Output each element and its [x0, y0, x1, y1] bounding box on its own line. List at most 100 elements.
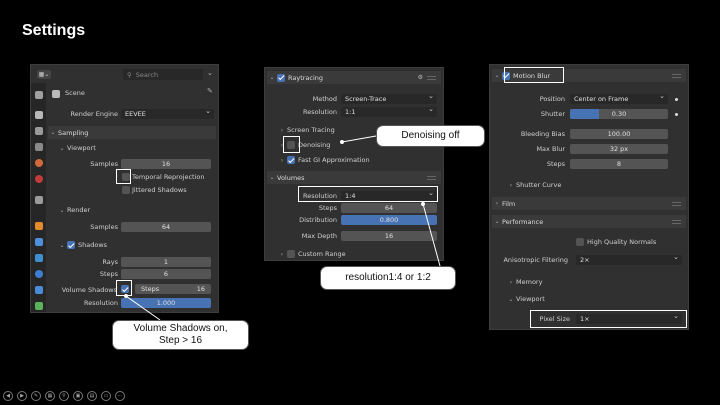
viewport-samples-label: Samples: [90, 160, 118, 168]
mb-steps-label: Steps: [546, 160, 565, 168]
collapse-arrow-icon: ⌄: [269, 74, 275, 81]
distribution-label: Distribution: [299, 216, 337, 224]
volumes-header[interactable]: ⌄ Volumes: [267, 171, 441, 184]
constraints-tab-icon[interactable]: [34, 286, 43, 294]
custom-range-subheader[interactable]: › Custom Range: [277, 248, 346, 260]
render-samples-field[interactable]: 64: [121, 222, 211, 232]
raytracing-checkbox[interactable]: [277, 73, 285, 82]
max-blur-field[interactable]: 32 px: [570, 144, 668, 154]
shutter-label: Shutter: [540, 110, 565, 118]
volume-resolution-highlight: [298, 186, 438, 202]
tool-tab-icon[interactable]: [34, 91, 43, 99]
data-tab-icon[interactable]: [34, 302, 43, 310]
volume-shadows-steps-field[interactable]: Steps 16: [135, 284, 211, 294]
animate-property-icon[interactable]: [675, 113, 678, 116]
performance-header[interactable]: ⌄ Performance: [492, 215, 686, 228]
temporal-reprojection-label: Temporal Reprojection: [132, 173, 205, 181]
position-dropdown[interactable]: Center on Frame: [570, 92, 668, 104]
mb-steps-field[interactable]: 8: [570, 159, 668, 169]
zoom-icon[interactable]: ⚲: [59, 391, 69, 401]
method-dropdown[interactable]: Screen-Trace: [341, 92, 437, 104]
fast-gi-subheader[interactable]: › Fast GI Approximation: [277, 154, 370, 166]
drag-handle-icon[interactable]: [672, 73, 681, 78]
object-tab-icon[interactable]: [34, 222, 43, 230]
options-dropdown[interactable]: ⌄: [207, 69, 216, 79]
expand-arrow-icon: ›: [509, 181, 513, 189]
max-depth-field[interactable]: 16: [341, 231, 437, 241]
shutter-slider[interactable]: 0.30: [570, 109, 668, 119]
volume-steps-field[interactable]: 64: [341, 203, 437, 213]
viewport-perf-title: Viewport: [516, 295, 545, 303]
view-layer-tab-icon[interactable]: [34, 143, 43, 151]
gallery-icon[interactable]: ▦: [45, 391, 55, 401]
next-slide-icon[interactable]: ▶: [17, 391, 27, 401]
fast-gi-title: Fast GI Approximation: [298, 156, 370, 164]
pen-icon[interactable]: ✎: [31, 391, 41, 401]
temporal-reprojection-highlight: [116, 169, 131, 184]
film-header[interactable]: › Film: [492, 197, 686, 210]
expand-arrow-icon: ›: [280, 156, 284, 164]
denoising-callout: Denoising off: [376, 125, 485, 147]
modifier-tab-icon[interactable]: [34, 238, 43, 246]
output-tab-icon[interactable]: [34, 127, 43, 135]
collapse-arrow-icon: ⌄: [494, 218, 500, 225]
distribution-field[interactable]: 0.800: [341, 215, 437, 225]
expand-arrow-icon: ›: [280, 250, 284, 258]
render-properties-panel: ▦⌄ ⚲ Search ⌄ Scene ✎ Render Engine EEVEE…: [30, 64, 219, 313]
search-input[interactable]: ⚲ Search: [123, 69, 203, 80]
editor-type-button[interactable]: ▦⌄: [37, 70, 51, 79]
shutter-value: 0.30: [611, 110, 627, 118]
render-engine-dropdown[interactable]: EEVEE: [121, 107, 214, 119]
rays-field[interactable]: 1: [121, 257, 211, 267]
collapse-arrow-icon: ⌄: [50, 129, 56, 136]
physics-tab-icon[interactable]: [34, 270, 43, 278]
max-blur-label: Max Blur: [536, 145, 565, 153]
collection-tab-icon[interactable]: [34, 196, 43, 204]
shadows-subheader[interactable]: ⌄ Shadows: [57, 239, 107, 251]
jittered-shadows-checkbox[interactable]: [122, 186, 130, 194]
presets-icon[interactable]: ⚙: [418, 74, 423, 81]
viewport-subheader[interactable]: ⌄ Viewport: [57, 142, 95, 154]
drag-handle-icon[interactable]: [672, 219, 681, 224]
display-icon[interactable]: ▭: [101, 391, 111, 401]
high-quality-normals-checkbox[interactable]: [576, 238, 584, 246]
world-tab-icon[interactable]: [34, 175, 43, 183]
resolution-callout: resolution1:4 or 1:2: [320, 266, 456, 290]
viewport-perf-subheader[interactable]: ⌄ Viewport: [506, 293, 545, 305]
custom-range-checkbox[interactable]: [287, 250, 295, 258]
pin-icon[interactable]: ✎: [207, 87, 213, 95]
subtitles-icon[interactable]: ▤: [87, 391, 97, 401]
collapse-arrow-icon: ⌄: [269, 174, 275, 181]
viewport-samples-field[interactable]: 16: [121, 159, 211, 169]
denoising-title: Denoising: [298, 141, 331, 149]
volumes-title: Volumes: [277, 173, 305, 182]
scene-tab-icon[interactable]: [34, 159, 43, 167]
screen-tracing-subheader[interactable]: › Screen Tracing: [277, 124, 335, 136]
render-tab-icon[interactable]: [34, 111, 43, 119]
shadows-checkbox[interactable]: [67, 241, 75, 249]
particles-tab-icon[interactable]: [34, 254, 43, 262]
ray-resolution-dropdown[interactable]: 1:1: [341, 105, 437, 117]
fast-gi-checkbox[interactable]: [287, 156, 295, 164]
bleeding-bias-field[interactable]: 100.00: [570, 129, 668, 139]
render-subheader[interactable]: ⌄ Render: [57, 204, 90, 216]
drag-handle-icon[interactable]: [672, 201, 681, 206]
drag-handle-icon[interactable]: [427, 175, 436, 180]
more-options-icon[interactable]: ⋯: [115, 391, 125, 401]
expand-arrow-icon: ›: [509, 278, 513, 286]
volume-shadows-callout: Volume Shadows on, Step > 16: [112, 320, 249, 350]
previous-slide-icon[interactable]: ◀: [3, 391, 13, 401]
memory-subheader[interactable]: › Memory: [506, 276, 543, 288]
camera-icon[interactable]: ▣: [73, 391, 83, 401]
steps-label: Steps: [99, 270, 118, 278]
shutter-curve-subheader[interactable]: › Shutter Curve: [506, 179, 562, 191]
aniso-label: Anisotropic Filtering: [503, 256, 568, 264]
sampling-header[interactable]: ⌄ Sampling: [48, 126, 216, 139]
aniso-dropdown[interactable]: 2×: [576, 253, 682, 265]
animate-property-icon[interactable]: [675, 98, 678, 101]
resolution-field[interactable]: 1.000: [121, 298, 211, 308]
raytracing-header[interactable]: ⌄ Raytracing ⚙: [267, 71, 441, 84]
steps-field[interactable]: 6: [121, 269, 211, 279]
drag-handle-icon[interactable]: [427, 75, 436, 80]
denoising-highlight: [283, 136, 300, 153]
